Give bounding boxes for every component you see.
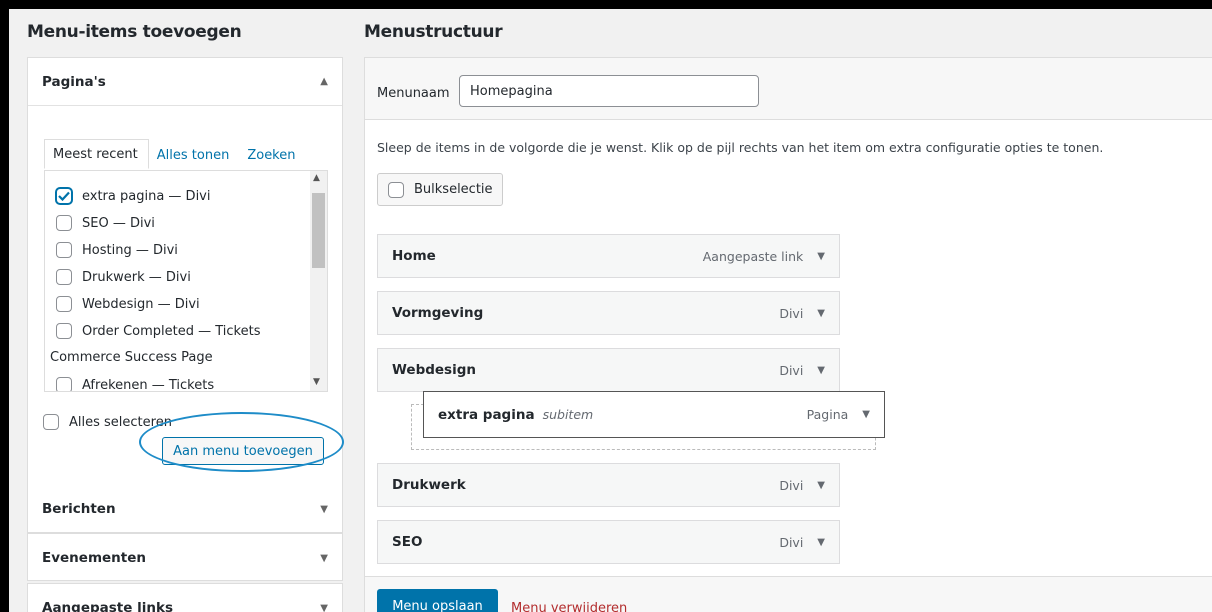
menu-item-type: Divi [779, 305, 804, 321]
page-item-label: Commerce Success Page [50, 350, 213, 365]
checkbox-icon[interactable] [388, 181, 404, 198]
menu-item-title: SEO [392, 534, 423, 550]
events-accordion-title: Evenementen [42, 550, 146, 566]
add-menu-items-heading: Menu-items toevoegen [27, 22, 242, 42]
page-item-seo[interactable]: SEO — Divi [56, 215, 155, 231]
expand-arrow-icon[interactable]: ▼ [817, 365, 825, 376]
menu-name-input[interactable] [459, 75, 759, 107]
menu-item-type: Divi [779, 534, 804, 550]
pages-accordion-title: Pagina's [42, 73, 106, 90]
page-frame: Menu-items toevoegen Menustructuur Pagin… [0, 0, 1212, 612]
page-item-label: Order Completed — Tickets [82, 323, 261, 339]
page-item-label: Hosting — Divi [82, 242, 178, 258]
expand-arrow-icon[interactable]: ▼ [862, 409, 870, 420]
tab-search[interactable]: Zoeken [239, 141, 305, 169]
expand-down-arrow-icon[interactable]: ▼ [320, 603, 328, 612]
menu-item-type: Aangepaste link [702, 248, 804, 264]
scroll-up-arrow-icon[interactable]: ▲ [313, 173, 320, 183]
posts-accordion-title: Berichten [42, 501, 116, 517]
menu-name-bar: Menunaam [365, 58, 1212, 120]
expand-down-arrow-icon[interactable]: ▼ [320, 553, 328, 564]
expand-arrow-icon[interactable]: ▼ [817, 480, 825, 491]
pages-list-panel: extra pagina — Divi SEO — Divi Hosting —… [44, 170, 328, 392]
menu-item-title: Webdesign [392, 362, 476, 378]
menu-item-title: Vormgeving [392, 305, 484, 321]
page-item-drukwerk[interactable]: Drukwerk — Divi [56, 269, 191, 285]
menu-structure-heading: Menustructuur [364, 22, 503, 42]
custom-links-accordion[interactable]: Aangepaste links ▼ [27, 583, 343, 612]
menu-item-extra-pagina[interactable]: extra pagina subitem Pagina ▼ [423, 391, 885, 438]
menu-item-drukwerk[interactable]: Drukwerk Divi ▼ [377, 463, 840, 507]
collapse-up-arrow-icon[interactable]: ▲ [320, 76, 328, 87]
events-accordion[interactable]: Evenementen ▼ [27, 533, 343, 581]
page-item-label: SEO — Divi [82, 215, 155, 231]
menu-item-seo[interactable]: SEO Divi ▼ [377, 520, 840, 564]
tab-show-all[interactable]: Alles tonen [149, 141, 240, 169]
menu-structure-panel: Menunaam Sleep de items in de volgorde d… [364, 57, 1212, 612]
page-item-label: Webdesign — Divi [82, 296, 200, 312]
menu-item-title: Home [392, 248, 436, 264]
scroll-thumb[interactable] [312, 193, 325, 268]
menu-item-webdesign[interactable]: Webdesign Divi ▼ [377, 348, 840, 392]
menu-footer-bar: Menu opslaan Menu verwijderen [365, 576, 1212, 612]
page-item-order-completed[interactable]: Order Completed — Tickets [56, 323, 260, 339]
checkbox-icon[interactable] [43, 414, 59, 430]
checkbox-icon[interactable] [56, 323, 72, 339]
scroll-down-arrow-icon[interactable]: ▼ [313, 377, 320, 387]
sub-item-title-group: extra pagina subitem [438, 407, 593, 423]
custom-links-accordion-header[interactable]: Aangepaste links ▼ [28, 584, 342, 612]
instructions-text: Sleep de items in de volgorde die je wen… [377, 140, 1104, 155]
tab-most-recent[interactable]: Meest recent [44, 139, 149, 169]
checkbox-icon[interactable] [56, 242, 72, 258]
checkbox-icon[interactable] [56, 296, 72, 312]
checkbox-icon[interactable] [56, 377, 72, 391]
menu-item-title: Drukwerk [392, 477, 466, 493]
pages-tabs: Meest recent Alles tonen Zoeken [44, 139, 306, 169]
page-item-label: Afrekenen — Tickets [82, 377, 215, 392]
sub-item-title: extra pagina [438, 406, 535, 423]
menu-item-type: Pagina [806, 407, 849, 422]
page-item-commerce-success: Commerce Success Page [50, 350, 213, 365]
page-item-hosting[interactable]: Hosting — Divi [56, 242, 178, 258]
expand-arrow-icon[interactable]: ▼ [817, 251, 825, 262]
page-item-afrekenen[interactable]: Afrekenen — Tickets [56, 377, 215, 392]
sub-item-tag: subitem [542, 406, 594, 422]
expand-down-arrow-icon[interactable]: ▼ [320, 504, 328, 515]
bulk-select-button[interactable]: Bulkselectie [377, 173, 503, 206]
checkbox-icon[interactable] [56, 269, 72, 285]
page-item-label: Drukwerk — Divi [82, 269, 191, 285]
posts-accordion[interactable]: Berichten ▼ [27, 485, 343, 533]
page-item-webdesign[interactable]: Webdesign — Divi [56, 296, 200, 312]
save-menu-button[interactable]: Menu opslaan [377, 589, 498, 612]
bulk-select-label: Bulkselectie [414, 182, 493, 197]
pages-list-scrollbar[interactable]: ▲ ▼ [310, 171, 327, 391]
page-item-extra-pagina[interactable]: extra pagina — Divi [56, 188, 210, 204]
menu-item-home[interactable]: Home Aangepaste link ▼ [377, 234, 840, 278]
checkbox-icon[interactable] [56, 215, 72, 231]
page-item-label: extra pagina — Divi [82, 188, 211, 204]
events-accordion-header[interactable]: Evenementen ▼ [28, 534, 342, 582]
menu-item-type: Divi [779, 477, 804, 493]
posts-accordion-header[interactable]: Berichten ▼ [28, 485, 342, 533]
expand-arrow-icon[interactable]: ▼ [817, 308, 825, 319]
custom-links-accordion-title: Aangepaste links [42, 600, 173, 612]
menu-item-vormgeving[interactable]: Vormgeving Divi ▼ [377, 291, 840, 335]
delete-menu-link[interactable]: Menu verwijderen [511, 601, 627, 612]
pages-accordion-header[interactable]: Pagina's ▲ [28, 58, 342, 106]
menu-name-label: Menunaam [377, 86, 450, 101]
highlight-circle [139, 412, 344, 472]
menu-item-type: Divi [779, 362, 804, 378]
expand-arrow-icon[interactable]: ▼ [817, 537, 825, 548]
checkbox-checked-icon[interactable] [56, 188, 72, 204]
